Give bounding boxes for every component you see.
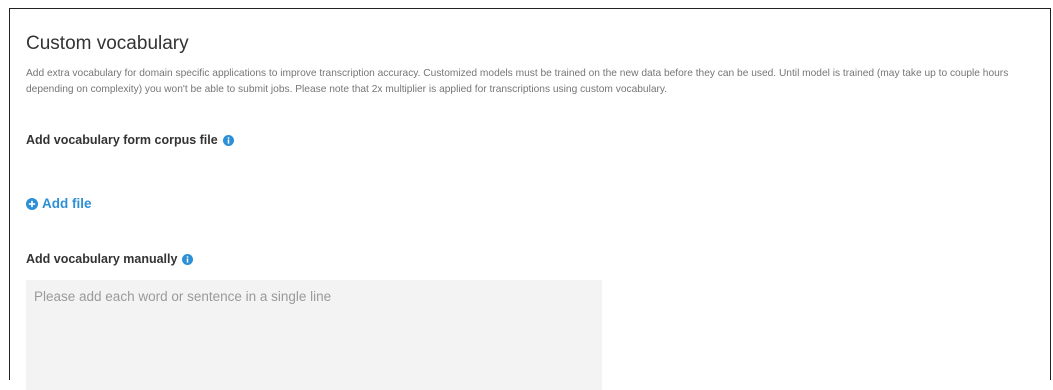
page-title: Custom vocabulary xyxy=(26,33,189,54)
manual-vocabulary-label: Add vocabulary manually xyxy=(26,252,178,266)
corpus-file-label: Add vocabulary form corpus file xyxy=(26,133,218,147)
corpus-file-heading: Add vocabulary form corpus file xyxy=(26,133,234,147)
panel-description: Add extra vocabulary for domain specific… xyxy=(26,68,1009,95)
add-file-button[interactable]: Add file xyxy=(26,196,92,211)
manual-vocabulary-heading: Add vocabulary manually xyxy=(26,252,194,266)
plus-circle-icon xyxy=(26,197,38,210)
add-file-label[interactable]: Add file xyxy=(42,196,92,211)
info-icon[interactable] xyxy=(182,253,194,265)
vocabulary-textarea[interactable] xyxy=(26,280,602,390)
info-icon[interactable] xyxy=(222,134,234,146)
custom-vocabulary-panel: Custom vocabulary Add extra vocabulary f… xyxy=(9,8,1051,390)
